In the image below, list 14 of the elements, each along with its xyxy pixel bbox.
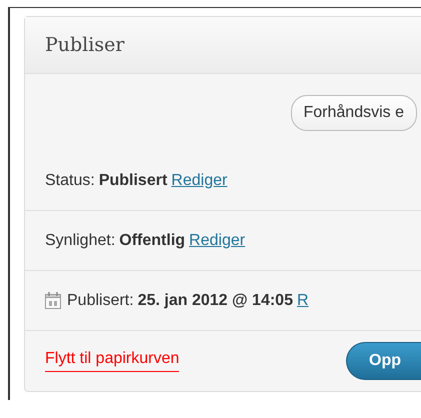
field-label: Publisert: — [67, 292, 134, 310]
field-value: Publisert — [98, 172, 168, 190]
publish-button[interactable]: Opp — [346, 342, 421, 380]
edit-link[interactable]: Rediger — [171, 172, 228, 190]
panel-title: Publiser — [45, 34, 124, 56]
trash-link[interactable]: Flytt til papirkurven — [45, 350, 180, 372]
calendar-icon — [45, 292, 61, 309]
field-value: 25. jan 2012 @ 14:05 — [138, 292, 293, 310]
field-value: Offentlig — [119, 232, 186, 250]
edit-link[interactable]: R — [296, 292, 309, 310]
edit-link[interactable]: Rediger — [189, 232, 246, 250]
preview-button[interactable]: Forhåndsvis e — [290, 94, 417, 130]
field-label: Status: — [45, 172, 95, 190]
field-label: Synlighet: — [45, 232, 116, 250]
